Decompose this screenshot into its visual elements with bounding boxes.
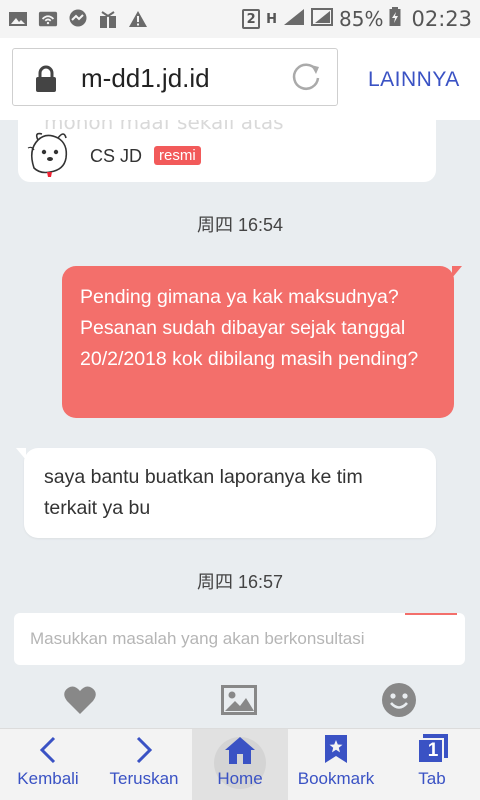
status-bar: 2 H 85% 02:23 [0,0,480,38]
nav-label: Tab [418,769,446,788]
nav-forward[interactable]: Teruskan [96,729,192,800]
url-text[interactable]: m-dd1.jd.id [81,63,210,94]
agent-message-bubble: saya bantu buatkan laporanya ke tim terk… [16,448,436,538]
clock: 02:23 [411,7,472,31]
signal-icon [283,7,305,31]
back-icon [38,729,58,769]
home-icon [224,729,256,769]
signal-icon-2 [311,7,334,31]
forward-icon [134,729,154,769]
chat-timestamp: 周四 16:57 [196,572,284,592]
nav-label: Kembali [17,769,79,788]
emoji-icon[interactable] [381,682,417,718]
gift-icon [98,9,118,29]
sim-slot-icon: 2 [242,9,261,29]
nav-bookmark[interactable]: Bookmark [288,729,384,800]
heart-icon[interactable] [62,682,98,718]
wifi-icon [38,9,58,29]
lock-icon [33,65,59,97]
browser-bottom-nav: Kembali Teruskan Home Bookmark 1 Tab [0,728,480,800]
tab-count: 1 [427,740,439,761]
agent-header-card: mohon maaf sekali atas CS JD resmi [18,120,436,182]
messenger-icon [68,9,88,29]
agent-name: CS JD [90,146,143,166]
message-input-container [14,613,465,665]
message-input[interactable] [14,613,465,665]
reload-icon[interactable] [289,61,323,99]
chat-timestamp: 周四 16:54 [196,215,284,235]
network-type: H [266,11,278,27]
battery-icon [389,6,401,32]
nav-label: Teruskan [109,769,179,788]
nav-home[interactable]: Home [192,729,288,800]
image-icon[interactable] [221,682,257,718]
nav-label: Home [217,769,263,788]
warning-icon [128,9,148,29]
browser-address-bar: m-dd1.jd.id LAINNYA [0,38,480,120]
url-field[interactable]: m-dd1.jd.id [12,48,338,106]
user-message-bubble: Pending gimana ya kak maksudnya? Pesanan… [62,266,462,418]
battery-percent: 85% [339,7,384,31]
official-badge: resmi [154,146,201,165]
image-icon [8,9,28,29]
nav-label: Bookmark [297,769,375,788]
nav-back[interactable]: Kembali [0,729,96,800]
bookmark-icon [323,729,349,769]
partial-message-text: mohon maaf sekali atas [44,120,284,134]
more-menu-button[interactable]: LAINNYA [368,68,460,92]
jd-mascot-avatar [24,128,72,182]
tabs-icon: 1 [415,729,449,769]
nav-tabs[interactable]: 1 Tab [384,729,480,800]
